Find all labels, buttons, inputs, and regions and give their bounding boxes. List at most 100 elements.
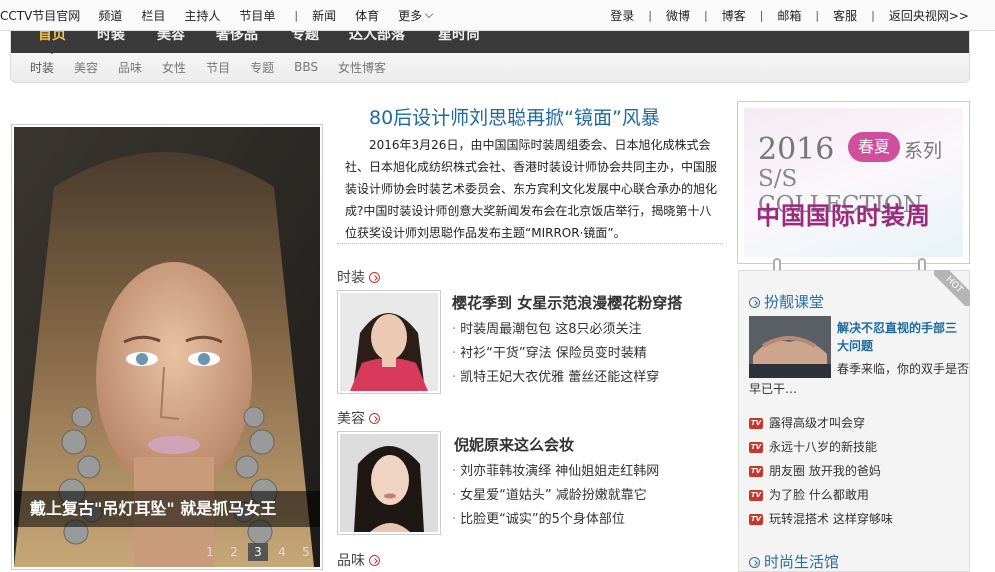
section-beauty-heading[interactable]: 美容 — [337, 408, 380, 428]
tv-link-list: TV 露得高级才叫会穿 TV 永远十八岁的新技能 TV 朋友圈 放开我的爸妈 TV 为了… — [749, 411, 893, 531]
fashion-story-title[interactable]: 樱花季到 女星示范浪漫樱花粉穿搭 — [452, 292, 682, 313]
more-menu[interactable]: 更多 — [398, 7, 434, 24]
tv-icon: TV — [749, 417, 763, 429]
list-item[interactable]: 女星爱“道姑头” 减龄扮嫩就靠它 — [452, 484, 659, 508]
headline-title[interactable]: 80后设计师刘思聪再掀“镜面”风暴 — [369, 103, 660, 130]
tab-special[interactable]: 专题 — [291, 31, 319, 44]
news-link[interactable]: 新闻 — [312, 7, 336, 24]
hero-page-5[interactable]: 5 — [296, 543, 316, 561]
divider — [337, 243, 723, 244]
tv-item-label: 朋友圈 放开我的爸妈 — [769, 464, 881, 478]
list-item[interactable]: 衬衫“干货”穿法 保险员变时装精 — [452, 342, 659, 366]
beauty-thumb[interactable] — [337, 431, 441, 535]
host-link[interactable]: 主持人 — [184, 7, 220, 24]
separator: | — [703, 9, 708, 22]
tv-item-label: 为了脸 什么都敢用 — [769, 488, 869, 502]
hero-page-4[interactable]: 4 — [272, 543, 292, 561]
arrow-right-icon — [369, 555, 380, 566]
ad-name: 中国国际时装周 — [756, 201, 931, 230]
separator: | — [648, 9, 652, 22]
tv-item-label: 永远十八岁的新技能 — [769, 440, 878, 454]
schedule-link[interactable]: 节目单 — [239, 7, 275, 24]
channel-link[interactable]: 频道 — [98, 7, 122, 24]
list-item[interactable]: TV 玩转混搭术 这样穿够味 — [749, 507, 893, 531]
top-bar: CCTV节目官网 频道 栏目 主持人 节目单 | 新闻 体育 更多 登录 | 微… — [0, 0, 995, 31]
top-nav-right: 登录 | 微博 | 博客 | 邮箱 | 客服 | 返回央视网>> — [598, 0, 981, 31]
hands-story-desc: 春季来临，你的双手是否早已干… — [749, 362, 970, 396]
sports-link[interactable]: 体育 — [355, 7, 379, 24]
hero-caption[interactable]: 戴上复古"吊灯耳坠" 就是抓马女王 — [14, 491, 320, 527]
hero-page-1[interactable]: 1 — [200, 543, 220, 561]
section-taste-heading[interactable]: 品味 — [337, 550, 380, 570]
beauty-class-heading[interactable]: 扮靓课堂 — [749, 291, 824, 312]
beauty-thumb-image — [340, 434, 438, 532]
photo-woman-pink-coat — [340, 293, 438, 391]
blog-link[interactable]: 博客 — [722, 7, 746, 24]
arrow-right-icon — [369, 272, 380, 283]
hot-label: HOT — [934, 270, 970, 306]
beauty-class-panel: HOT 扮靓课堂 解决不忍直视的手部三大问题 春季来临，你的双手是否早已干… T… — [738, 270, 970, 572]
list-item[interactable]: 刘亦菲韩妆演绎 神仙姐姐走红韩网 — [452, 460, 659, 484]
cctv-program-site-link[interactable]: CCTV节目官网 — [0, 7, 80, 24]
subtab-taste[interactable]: 品味 — [118, 59, 142, 76]
chevron-down-icon — [424, 9, 434, 19]
subtab-women-blog[interactable]: 女性博客 — [338, 59, 386, 76]
tv-item-label: 露得高级才叫会穿 — [769, 416, 866, 430]
separator: | — [759, 9, 764, 22]
hands-story-title[interactable]: 解决不忍直视的手部三大问题 — [837, 319, 963, 355]
list-item[interactable]: TV 为了脸 什么都敢用 — [749, 483, 893, 507]
weibo-link[interactable]: 微博 — [666, 7, 690, 24]
subtab-program[interactable]: 节目 — [206, 59, 230, 76]
headline-summary: 2016年3月26日，由中国国际时装周组委会、日本旭化成株式会社、日本旭化成纺织… — [345, 138, 718, 240]
photo-woman-beauty — [340, 434, 438, 532]
separator: | — [871, 9, 875, 22]
hero-page-2[interactable]: 2 — [224, 543, 244, 561]
fashion-thumb[interactable] — [337, 290, 441, 394]
hero-page-3[interactable]: 3 — [248, 543, 268, 561]
hot-ribbon: HOT — [934, 270, 970, 306]
column-link[interactable]: 栏目 — [141, 7, 165, 24]
beauty-story-title[interactable]: 倪妮原来这么会妆 — [454, 434, 574, 455]
tv-icon: TV — [749, 489, 763, 501]
tab-fashion[interactable]: 时装 — [97, 31, 125, 44]
arrow-right-icon — [749, 557, 760, 568]
subtab-special[interactable]: 专题 — [250, 59, 274, 76]
subtab-women[interactable]: 女性 — [162, 59, 186, 76]
list-item[interactable]: TV 朋友圈 放开我的爸妈 — [749, 459, 893, 483]
tab-beauty[interactable]: 美容 — [157, 31, 185, 44]
section-fashion-label: 时装 — [337, 270, 365, 286]
channel-sub-tabs: 时装 美容 品味 女性 节目 专题 BBS 女性博客 — [11, 53, 406, 81]
section-fashion-heading[interactable]: 时装 — [337, 267, 380, 287]
tab-tribe[interactable]: 达人部落 — [349, 31, 405, 44]
lifestyle-heading[interactable]: 时尚生活馆 — [749, 551, 839, 572]
tv-icon: TV — [749, 441, 763, 453]
tv-icon: TV — [749, 513, 763, 525]
tab-star-style[interactable]: 星时尚 — [438, 31, 480, 44]
beauty-class-label: 扮靓课堂 — [764, 293, 825, 311]
tv-icon: TV — [749, 465, 763, 477]
list-item[interactable]: 时装周最潮包包 这8只必须关注 — [452, 318, 659, 342]
tab-luxury[interactable]: 奢侈品 — [216, 31, 258, 44]
login-link[interactable]: 登录 — [610, 7, 634, 24]
mail-link[interactable]: 邮箱 — [777, 7, 801, 24]
fashion-week-ad[interactable]: 2016 春夏 系列 S/S COLLECTION 中国国际时装周 — [737, 101, 970, 264]
subtab-bbs[interactable]: BBS — [294, 60, 318, 74]
tab-home[interactable]: 首页 — [38, 31, 66, 44]
channel-main-tabs: 首页 时装 美容 奢侈品 专题 达人部落 星时尚 — [11, 31, 969, 53]
arrow-right-icon — [749, 297, 760, 308]
beauty-story-list: 刘亦菲韩妆演绎 神仙姐姐走红韩网 女星爱“道姑头” 减龄扮嫩就靠它 比脸更“诚实… — [452, 460, 659, 532]
hero-image[interactable]: 戴上复古"吊灯耳坠" 就是抓马女王 1 2 3 4 5 — [14, 127, 320, 567]
list-item[interactable]: 比脸更“诚实”的5个身体部位 — [452, 508, 659, 532]
subtab-beauty[interactable]: 美容 — [74, 59, 98, 76]
list-item[interactable]: TV 永远十八岁的新技能 — [749, 435, 893, 459]
channel-nav: 首页 时装 美容 奢侈品 专题 达人部落 星时尚 时装 美容 品味 女性 节目 … — [10, 31, 970, 83]
service-link[interactable]: 客服 — [833, 7, 857, 24]
list-item[interactable]: TV 露得高级才叫会穿 — [749, 411, 893, 435]
section-beauty-label: 美容 — [337, 411, 365, 427]
separator: | — [815, 9, 820, 22]
subtab-fashion[interactable]: 时装 — [30, 59, 54, 76]
list-item[interactable]: 凯特王妃大衣优雅 蕾丝还能这样穿 — [452, 366, 659, 390]
hero-pager: 1 2 3 4 5 — [196, 543, 316, 561]
back-to-cntv-link[interactable]: 返回央视网>> — [889, 7, 969, 24]
top-nav-left: CCTV节目官网 频道 栏目 主持人 节目单 | 新闻 体育 更多 — [0, 0, 451, 31]
